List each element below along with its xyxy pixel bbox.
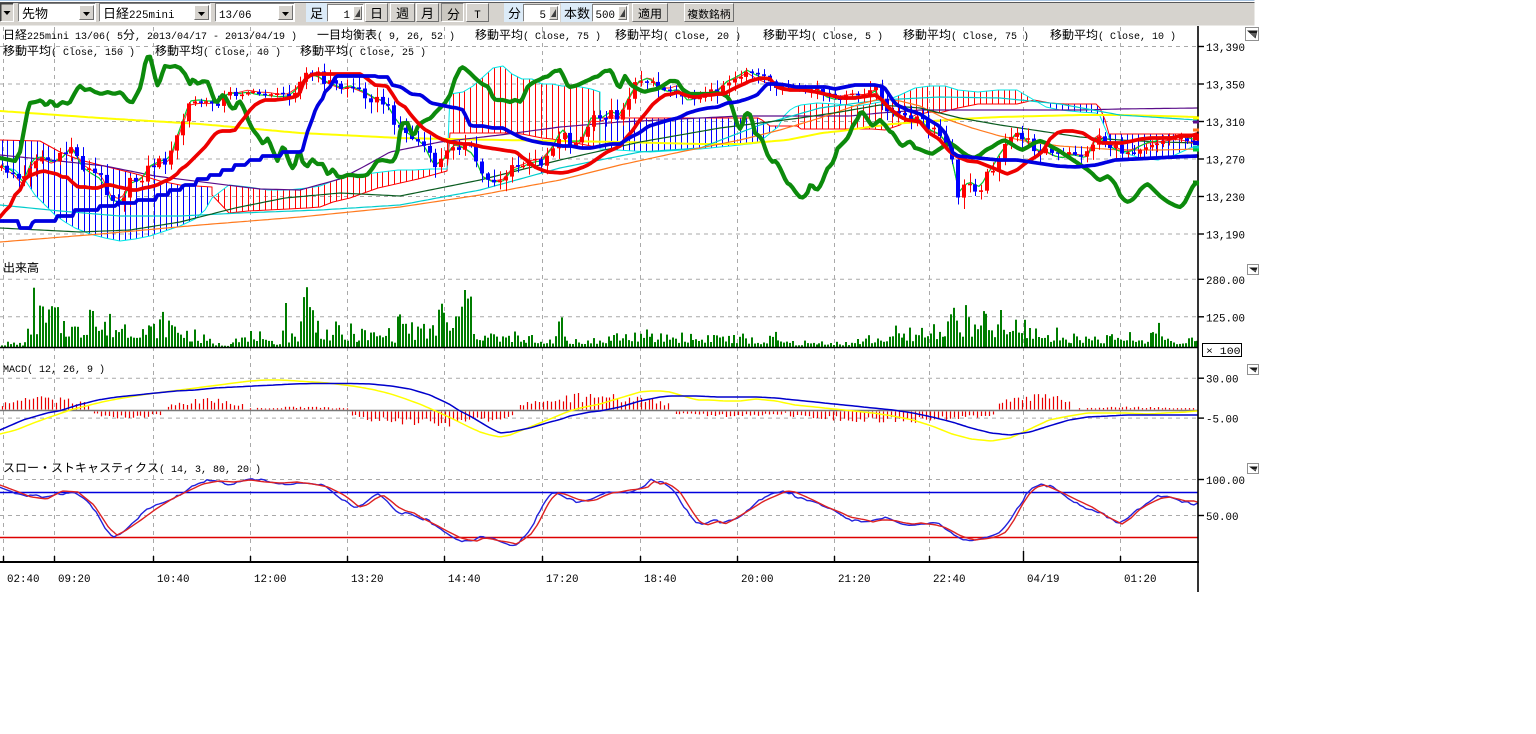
svg-text:13,350: 13,350 [1206,81,1245,93]
svg-text:10:40: 10:40 [157,574,190,586]
svg-text:-5.00: -5.00 [1206,415,1239,427]
svg-text:( Close, 5 ): ( Close, 5 ) [811,31,883,43]
svg-text:50.00: 50.00 [1206,512,1239,524]
svg-text:500: 500 [596,10,616,22]
svg-text:13,270: 13,270 [1206,156,1245,168]
svg-text:13:20: 13:20 [351,574,384,586]
svg-text:( Close, 75 ): ( Close, 75 ) [951,31,1029,43]
svg-text:( 14, 3, 80, 20 ): ( 14, 3, 80, 20 ) [159,464,261,476]
svg-text:13,190: 13,190 [1206,231,1245,243]
svg-text:, 2013/04/17 - 2013/04/19 ): , 2013/04/17 - 2013/04/19 ) [135,31,297,43]
svg-text:5: 5 [540,10,547,22]
svg-text:04/19: 04/19 [1027,574,1060,586]
svg-text:× 100: × 100 [1206,346,1241,357]
svg-text:( Close, 40 ): ( Close, 40 ) [203,47,281,59]
svg-text:( 9, 26, 52 ): ( 9, 26, 52 ) [377,31,455,43]
svg-text:18:40: 18:40 [644,574,677,586]
svg-text:100.00: 100.00 [1206,476,1245,488]
svg-text:280.00: 280.00 [1206,276,1245,288]
svg-text:13,230: 13,230 [1206,193,1245,205]
svg-text:( Close, 25 ): ( Close, 25 ) [348,47,426,59]
svg-text:MACD( 12, 26, 9 ): MACD( 12, 26, 9 ) [3,364,105,376]
svg-text:( Close, 20 ): ( Close, 20 ) [663,31,741,43]
svg-text:225mini: 225mini [129,10,175,22]
svg-text:13,390: 13,390 [1206,43,1245,55]
svg-text:09:20: 09:20 [58,574,91,586]
svg-text:1: 1 [344,10,351,22]
svg-text:02:40: 02:40 [7,574,40,586]
svg-text:13/06: 13/06 [219,10,252,22]
svg-text:17:20: 17:20 [546,574,579,586]
svg-text:21:20: 21:20 [838,574,871,586]
svg-text:( Close, 10 ): ( Close, 10 ) [1098,31,1176,43]
svg-text:225mini 13/06( 5: 225mini 13/06( 5 [27,31,123,43]
svg-text:12:00: 12:00 [254,574,287,586]
svg-text:14:40: 14:40 [448,574,481,586]
svg-text:( Close, 75 ): ( Close, 75 ) [523,31,601,43]
svg-text:( Close, 150 ): ( Close, 150 ) [51,47,135,59]
svg-text:13,310: 13,310 [1206,118,1245,130]
svg-text:01:20: 01:20 [1124,574,1157,586]
svg-text:T: T [474,10,481,22]
svg-text:22:40: 22:40 [933,574,966,586]
svg-text:30.00: 30.00 [1206,375,1239,387]
svg-text:20:00: 20:00 [741,574,774,586]
svg-text:125.00: 125.00 [1206,313,1245,325]
